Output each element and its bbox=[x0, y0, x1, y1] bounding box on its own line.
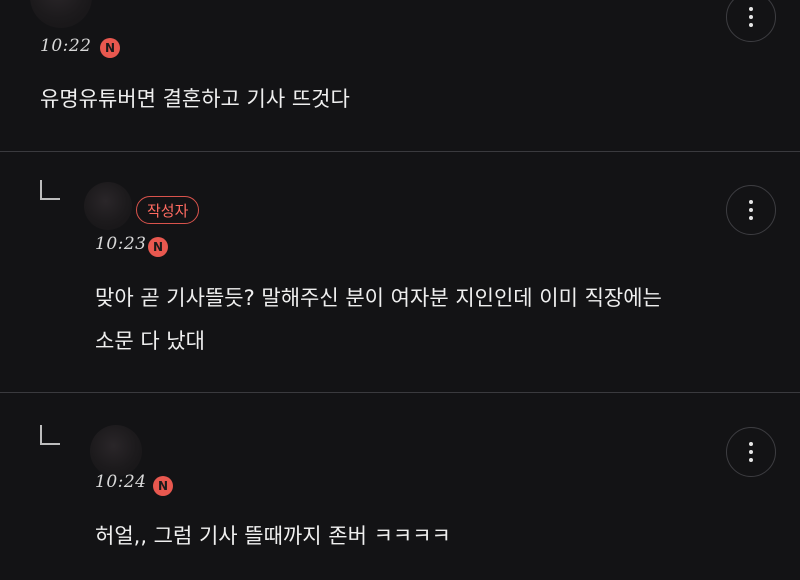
more-vertical-icon bbox=[749, 216, 753, 220]
more-vertical-icon bbox=[749, 450, 753, 454]
more-vertical-icon bbox=[749, 208, 753, 212]
reply-comment-item: 10:24 N 허얼,, 그럼 기사 뜰때까지 존버 ㅋㅋㅋㅋ bbox=[0, 393, 800, 580]
comment-time: 10:22 bbox=[40, 36, 92, 56]
more-vertical-icon bbox=[749, 23, 753, 27]
more-vertical-icon bbox=[749, 200, 753, 204]
more-vertical-icon bbox=[749, 458, 753, 462]
comment-time: 10:23 bbox=[95, 234, 147, 254]
comment-time: 10:24 bbox=[95, 472, 147, 492]
more-options-button[interactable] bbox=[726, 0, 776, 42]
comment-body: 허얼,, 그럼 기사 뜰때까지 존버 ㅋㅋㅋㅋ bbox=[95, 524, 451, 548]
more-vertical-icon bbox=[749, 442, 753, 446]
author-badge: 작성자 bbox=[136, 196, 200, 224]
reply-arrow-icon bbox=[40, 425, 60, 445]
reply-comment-item: 작성자 10:23 N 맞아 곧 기사뜰듯? 말해주신 분이 여자분 지인인데 … bbox=[0, 152, 800, 392]
new-badge: N bbox=[100, 38, 120, 58]
comment-item: 10:22 N 유명유튜버면 결혼하고 기사 뜨것다 bbox=[0, 0, 800, 151]
comment-body: 유명유튜버면 결혼하고 기사 뜨것다 bbox=[40, 87, 350, 111]
more-options-button[interactable] bbox=[726, 427, 776, 477]
avatar[interactable] bbox=[30, 0, 92, 28]
avatar[interactable] bbox=[90, 425, 142, 477]
reply-arrow-icon bbox=[40, 180, 60, 200]
new-badge: N bbox=[153, 476, 173, 496]
more-options-button[interactable] bbox=[726, 185, 776, 235]
avatar[interactable] bbox=[84, 182, 132, 230]
new-badge: N bbox=[148, 237, 168, 257]
comment-body: 맞아 곧 기사뜰듯? 말해주신 분이 여자분 지인인데 이미 직장에는 소문 다… bbox=[95, 286, 662, 353]
more-vertical-icon bbox=[749, 7, 753, 11]
more-vertical-icon bbox=[749, 15, 753, 19]
